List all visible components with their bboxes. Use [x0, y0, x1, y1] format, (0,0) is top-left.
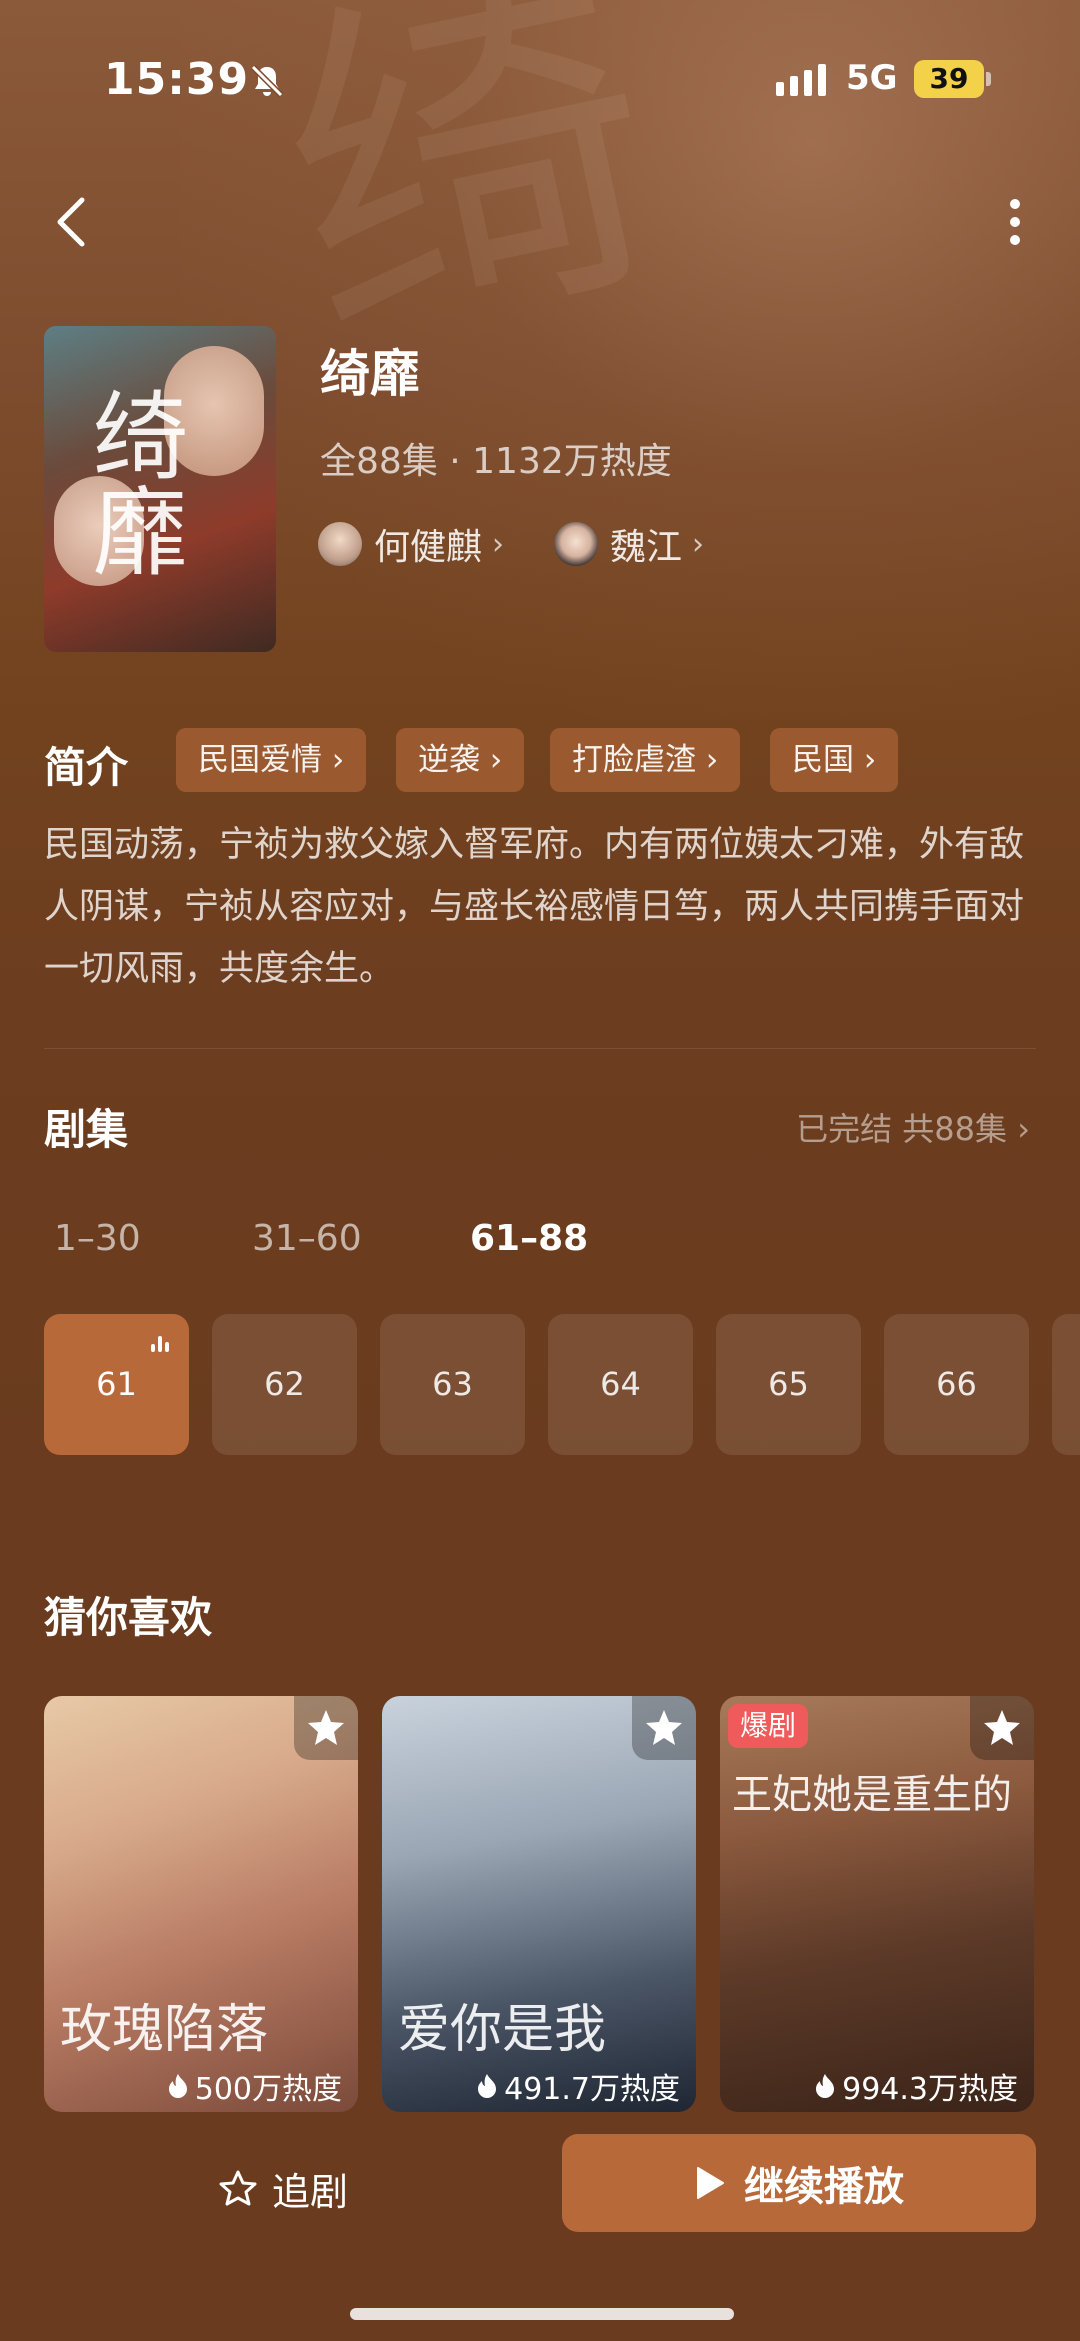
- poster-title: 绮靡: [76, 386, 188, 578]
- recommend-heading: 猜你喜欢: [44, 1593, 213, 1642]
- show-description: 民国动荡，宁祯为救父嫁入督军府。内有两位姨太刁难，外有敌人阴谋，宁祯从容应对，与…: [44, 825, 1025, 989]
- episode-number: 61: [96, 1365, 137, 1403]
- status-time: 15:39: [104, 54, 250, 105]
- recommend-heat: 994.3万热度: [814, 2064, 1018, 2108]
- play-icon: [697, 2167, 724, 2199]
- avatar: [318, 522, 362, 566]
- recommend-title: 爱你是我: [398, 2000, 607, 2060]
- episode-button-playing[interactable]: 61: [44, 1314, 189, 1455]
- tag-chip[interactable]: 民国 ›: [770, 728, 899, 792]
- episode-button[interactable]: 65: [716, 1314, 861, 1455]
- follow-button[interactable]: 追剧: [218, 2158, 348, 2218]
- heat-value: 500万热度: [194, 2072, 342, 2107]
- show-poster[interactable]: 绮靡: [44, 326, 276, 652]
- star-outline-icon: [219, 2170, 257, 2206]
- battery-indicator: 39: [914, 60, 984, 98]
- episode-button[interactable]: 63: [380, 1314, 525, 1455]
- signal-icon: [776, 64, 826, 96]
- divider: [44, 1048, 1036, 1049]
- flame-icon: [478, 2074, 497, 2098]
- episode-number: 62: [264, 1365, 305, 1403]
- back-icon[interactable]: [50, 190, 94, 254]
- actor-link[interactable]: 何健麒 ›: [318, 518, 504, 570]
- home-indicator[interactable]: [350, 2308, 734, 2320]
- episodes-heading: 剧集: [44, 1105, 129, 1154]
- follow-label: 追剧: [272, 2169, 349, 2214]
- flame-icon: [168, 2074, 187, 2098]
- status-bar: 15:39 5G 39: [0, 48, 1080, 112]
- heat-value: 994.3万热度: [842, 2072, 1018, 2107]
- range-tab[interactable]: 31–60: [252, 1218, 362, 1259]
- chevron-right-icon: ›: [492, 526, 505, 562]
- actor-link[interactable]: 魏江 ›: [554, 518, 704, 570]
- recommend-card[interactable]: 爆剧 王妃她是重生的 994.3万热度: [720, 1696, 1034, 2112]
- recommend-title: 王妃她是重生的: [732, 1772, 1012, 1818]
- avatar: [554, 522, 598, 566]
- star-icon[interactable]: [294, 1696, 358, 1760]
- equalizer-icon: [151, 1334, 171, 1352]
- intro-heading: 简介: [44, 743, 129, 792]
- battery-tip: [986, 72, 991, 86]
- episode-button-partial[interactable]: [1052, 1314, 1080, 1455]
- continue-play-button[interactable]: 继续播放: [562, 2134, 1036, 2232]
- hot-badge: 爆剧: [728, 1704, 809, 1748]
- episode-number: 65: [768, 1365, 809, 1403]
- recommend-card[interactable]: 爱你是我 491.7万热度: [382, 1696, 696, 2112]
- flame-icon: [816, 2074, 835, 2098]
- actor-name: 何健麒: [374, 527, 483, 568]
- range-tab[interactable]: 1–30: [54, 1218, 141, 1259]
- bell-mute-icon: [250, 64, 284, 98]
- recommend-heat: 491.7万热度: [476, 2064, 680, 2108]
- tag-chip[interactable]: 逆袭 ›: [396, 728, 525, 792]
- show-meta: 全88集 · 1132万热度: [320, 441, 672, 482]
- tag-chip[interactable]: 民国爱情 ›: [176, 728, 367, 792]
- chevron-right-icon: ›: [692, 526, 705, 562]
- episode-number: 64: [600, 1365, 641, 1403]
- star-icon[interactable]: [970, 1696, 1034, 1760]
- episode-button[interactable]: 62: [212, 1314, 357, 1455]
- actor-name: 魏江: [610, 527, 683, 568]
- recommend-title: 玫瑰陷落: [60, 2000, 269, 2060]
- range-tab-active[interactable]: 61–88: [470, 1218, 588, 1259]
- more-icon[interactable]: [1000, 190, 1030, 254]
- episode-number: 63: [432, 1365, 473, 1403]
- episode-button[interactable]: 64: [548, 1314, 693, 1455]
- play-label: 继续播放: [744, 2164, 904, 2210]
- network-type: 5G: [846, 58, 898, 98]
- tag-chip[interactable]: 打脸虐渣 ›: [550, 728, 741, 792]
- episode-button[interactable]: 66: [884, 1314, 1029, 1455]
- star-icon[interactable]: [632, 1696, 696, 1760]
- recommend-card[interactable]: 玫瑰陷落 500万热度: [44, 1696, 358, 2112]
- heat-value: 491.7万热度: [504, 2072, 680, 2107]
- episodes-status-link[interactable]: 已完结 共88集 ›: [796, 1104, 1030, 1150]
- show-title: 绮靡: [320, 345, 420, 403]
- recommend-heat: 500万热度: [167, 2064, 342, 2108]
- episode-number: 66: [936, 1365, 977, 1403]
